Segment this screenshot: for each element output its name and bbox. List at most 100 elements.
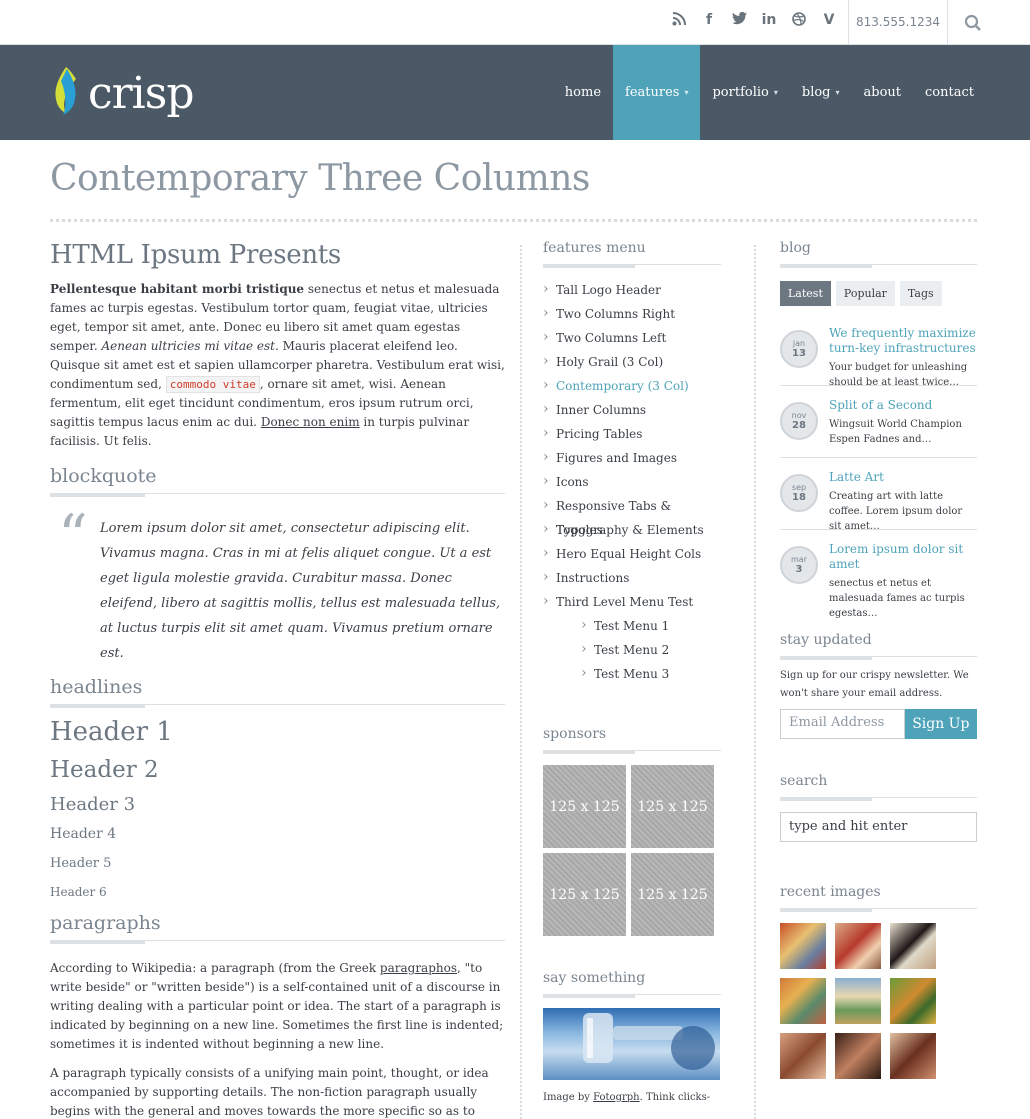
sign-up-button[interactable]: Sign Up [904,709,977,739]
tab-popular[interactable]: Popular [835,281,895,306]
thumbnail-image[interactable] [890,923,936,969]
phone-number[interactable]: 813.555.1234 [848,0,948,45]
main-content: HTML Ipsum Presents Pellentesque habitan… [50,240,505,1119]
recent-images-grid [780,923,977,1079]
nav-item-contact[interactable]: contact [913,45,986,140]
header-5: Header 5 [50,856,112,871]
features-menu-item[interactable]: Figures and Images [543,445,721,470]
nav-item-features[interactable]: features ▾ [613,45,701,140]
nav-item-home[interactable]: home [553,45,613,140]
thumbnail-image[interactable] [780,923,826,969]
features-menu-item[interactable]: Third Level Menu Test [543,589,721,614]
sponsor-ad[interactable]: 125 x 125 [631,853,714,936]
right-sidebar: blog Latest Popular Tags jan 13 We freque… [780,240,977,1079]
post-title[interactable]: Latte Art [829,470,977,485]
content-heading: HTML Ipsum Presents [50,240,341,270]
date-month: jan [792,339,806,348]
post-title[interactable]: Lorem ipsum dolor sit amet [829,542,977,572]
chevron-down-icon: ▾ [773,88,778,97]
features-menu-item[interactable]: Inner Columns [543,397,721,422]
chevron-down-icon: ▾ [835,88,840,97]
widget-title-recent-images: recent images [780,884,977,912]
tab-latest[interactable]: Latest [780,281,831,306]
features-submenu-item[interactable]: Test Menu 1 [543,613,721,638]
blog-post[interactable]: sep 18 Latte Art Creating art with latte c… [780,458,977,532]
nav-item-blog[interactable]: blog ▾ [790,45,852,140]
photo-credit-link[interactable]: Fotogrph [593,1092,639,1103]
rss-icon[interactable] [664,12,694,30]
thumbnail-image[interactable] [890,978,936,1024]
thumbnail-image[interactable] [780,978,826,1024]
sponsor-ad[interactable]: 125 x 125 [543,765,626,848]
widget-title-sponsors: sponsors [543,726,721,754]
date-badge: nov 28 [780,402,818,440]
nav-label: features [625,85,680,100]
blog-post[interactable]: mar 3 Lorem ipsum dolor sit amet senectus … [780,530,977,619]
features-menu-item[interactable]: Two Columns Right [543,301,721,326]
features-menu-item-current[interactable]: Contemporary (3 Col) [543,373,721,398]
header-1: Header 1 [50,717,173,747]
newsletter-form: Email Address Sign Up [780,709,977,739]
nav-label: blog [801,85,831,100]
inline-link[interactable]: paragraphos [380,961,457,975]
thumbnail-image[interactable] [890,1033,936,1079]
quote-mark-icon: “ [58,502,88,570]
features-menu-item[interactable]: Hero Equal Height Cols [543,541,721,566]
header-6: Header 6 [50,885,107,899]
nav-item-about[interactable]: about [852,45,914,140]
blog-post[interactable]: jan 13 We frequently maximize turn-key in… [780,314,977,388]
blog-tabs: Latest Popular Tags [780,281,977,306]
features-menu-item[interactable]: Icons [543,469,721,494]
blog-post[interactable]: nov 28 Split of a Second Wingsuit World Ch… [780,386,977,458]
nav-item-portfolio[interactable]: portfolio ▾ [700,45,789,140]
faucet-photo[interactable] [543,1008,720,1080]
leaf-logo-icon [55,67,76,115]
features-submenu-item[interactable]: Test Menu 3 [543,661,721,686]
title-divider [50,219,977,222]
features-menu-item[interactable]: Typography & Elements [543,517,721,542]
date-day: 28 [792,420,806,431]
dribbble-icon[interactable] [784,12,814,30]
section-title-paragraphs: paragraphs [50,912,505,944]
thumbnail-image[interactable] [835,1033,881,1079]
search-toggle-button[interactable] [948,0,998,45]
sponsor-ad[interactable]: 125 x 125 [631,765,714,848]
sponsor-ad[interactable]: 125 x 125 [543,853,626,936]
facebook-icon[interactable]: f [694,12,724,30]
vimeo-icon[interactable]: V [814,12,844,30]
intro-paragraph: Pellentesque habitant morbi tristique se… [50,280,505,451]
post-title[interactable]: Split of a Second [829,398,977,413]
twitter-icon[interactable] [724,11,754,30]
features-menu-item[interactable]: Holy Grail (3 Col) [543,349,721,374]
nav-label: portfolio [712,85,769,100]
post-title[interactable]: We frequently maximize turn-key infrastr… [829,326,977,356]
email-field[interactable]: Email Address [780,709,905,739]
thumbnail-image[interactable] [835,978,881,1024]
features-menu-item[interactable]: Tall Logo Header [543,277,721,302]
header-4: Header 4 [50,826,117,842]
features-submenu-item[interactable]: Test Menu 2 [543,637,721,662]
search-input[interactable]: type and hit enter [780,812,977,842]
sponsor-ads: 125 x 125 125 x 125 125 x 125 125 x 125 [543,765,721,936]
thumbnail-image[interactable] [780,1033,826,1079]
blog-post-list: jan 13 We frequently maximize turn-key in… [780,314,977,619]
text: . Think clicks- [639,1092,711,1103]
quote-text: Lorem ipsum dolor sit amet, consectetur … [100,521,501,661]
paragraph: According to Wikipedia: a paragraph (fro… [50,959,505,1054]
brand-name: crisp [88,67,194,119]
tab-tags[interactable]: Tags [899,281,942,306]
inline-link[interactable]: Donec non enim [261,415,360,429]
features-menu-item[interactable]: Pricing Tables [543,421,721,446]
date-badge: mar 3 [780,546,818,584]
thumbnail-image[interactable] [835,923,881,969]
features-menu-item[interactable]: Responsive Tabs & Toggles [543,493,721,537]
date-badge: jan 13 [780,330,818,368]
features-menu-item[interactable]: Instructions [543,565,721,590]
features-menu-item[interactable]: Two Columns Left [543,325,721,350]
linkedin-icon[interactable]: in [754,12,784,30]
site-logo[interactable]: crisp [52,65,194,121]
social-links: f in V [664,11,844,30]
date-day: 18 [792,492,806,503]
bold-text: Pellentesque habitant morbi tristique [50,282,305,296]
italic-text: Aenean ultricies mi vitae est. [101,339,279,353]
